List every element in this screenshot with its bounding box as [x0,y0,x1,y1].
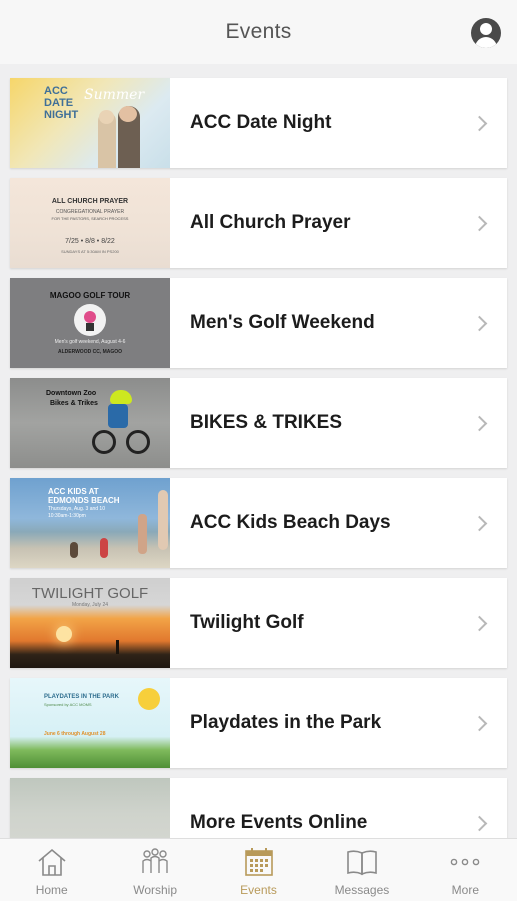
tab-more[interactable]: More [414,839,517,901]
event-title: All Church Prayer [190,212,351,233]
page-title: Events [225,20,292,43]
tab-bar: Home Worship Events Messages More [0,838,517,901]
thumb-text: Monday, July 24 [71,602,109,608]
tab-label: Events [240,883,277,897]
event-title: Playdates in the Park [190,712,382,733]
event-card-twilight-golf[interactable]: TWILIGHT GOLF Monday, July 24 Twilight G… [10,578,507,668]
thumb-text: Men's golf weekend, August 4-6 [54,339,126,345]
tab-events[interactable]: Events [207,839,310,901]
chevron-right-icon [471,715,488,731]
thumb-text: ALDERWOOD CC, MAGOO [57,349,123,355]
tab-worship[interactable]: Worship [103,839,206,901]
thumb-text: SUNDAYS AT 5:30AM IN PS200 [61,249,119,254]
tab-label: Home [35,883,68,897]
tab-messages[interactable]: Messages [310,839,413,901]
chevron-right-icon [471,315,488,331]
event-card-mens-golf[interactable]: MAGOO GOLF TOUR Men's golf weekend, Augu… [10,278,507,368]
event-title: Twilight Golf [190,612,304,633]
events-list: ACC DATE NIGHT Summer ACC Date Night ALL… [10,78,507,878]
event-thumbnail: ALL CHURCH PRAYER CONGREGATIONAL PRAYER … [10,178,170,268]
event-title: More Events Online [190,812,368,833]
tab-home[interactable]: Home [0,839,103,901]
chevron-right-icon [471,515,488,531]
event-title: ACC Kids Beach Days [190,512,391,533]
thumb-text: June 6 through August 28 [44,731,106,737]
sun [56,626,72,642]
thumb-text: Summer [84,87,145,103]
thumb-text: Thursdays, Aug. 3 and 10 [48,506,105,512]
logo-circle [74,304,106,336]
thumb-text: TWILIGHT GOLF [31,585,149,602]
tab-label: Messages [334,883,390,897]
bike-wheel [126,430,150,454]
tab-label: More [451,883,479,897]
event-thumbnail: ACC KIDS AT EDMONDS BEACH Thursdays, Aug… [10,478,170,568]
thumb-text: Downtown Zoo [46,390,97,397]
event-card-playdates[interactable]: PLAYDATES IN THE PARK Sponsored by ACC M… [10,678,507,768]
user-circle-icon[interactable] [471,18,501,48]
thumb-text: ACC [44,85,68,97]
event-title: Men's Golf Weekend [190,312,375,333]
helmet [110,390,132,404]
thumb-text: ALL CHURCH PRAYER [51,198,129,205]
home-icon [38,848,66,876]
calendar-icon [244,848,273,876]
event-card-bikes-trikes[interactable]: Downtown Zoo Bikes & Trikes BIKES & TRIK… [10,378,507,468]
thumb-text: 10:30am-1:30pm [48,513,86,519]
app-header: Events [0,0,517,64]
event-card-date-night[interactable]: ACC DATE NIGHT Summer ACC Date Night [10,78,507,168]
event-thumbnail: PLAYDATES IN THE PARK Sponsored by ACC M… [10,678,170,768]
bike-wheel [92,430,116,454]
thumb-text: Bikes & Trikes [50,400,98,407]
chevron-right-icon [471,815,488,831]
thumb-text: FOR THE PASTORS, SEARCH PROCESS [51,216,129,221]
thumb-text: NIGHT [44,109,79,121]
event-thumbnail: MAGOO GOLF TOUR Men's golf weekend, Augu… [10,278,170,368]
chevron-right-icon [471,415,488,431]
people-icon [142,848,168,873]
chevron-right-icon [471,615,488,631]
thumb-text: DATE [44,97,74,109]
thumb-text: 7/25 • 8/8 • 8/22 [65,238,115,245]
thumb-text: MAGOO GOLF TOUR [49,291,131,300]
event-thumbnail: ACC DATE NIGHT Summer [10,78,170,168]
chevron-right-icon [471,215,488,231]
event-card-kids-beach[interactable]: ACC KIDS AT EDMONDS BEACH Thursdays, Aug… [10,478,507,568]
event-card-all-church-prayer[interactable]: ALL CHURCH PRAYER CONGREGATIONAL PRAYER … [10,178,507,268]
event-thumbnail: Downtown Zoo Bikes & Trikes [10,378,170,468]
chevron-right-icon [471,115,488,131]
thumb-text: Sponsored by ACC MOMS [44,702,92,707]
event-title: BIKES & TRIKES [190,412,343,433]
more-icon [451,858,480,866]
thumb-text: EDMONDS BEACH [48,496,120,505]
tab-label: Worship [133,883,177,897]
event-thumbnail: TWILIGHT GOLF Monday, July 24 [10,578,170,668]
thumb-text: CONGREGATIONAL PRAYER [55,209,125,215]
sun-icon [138,688,160,710]
book-icon [347,850,377,876]
event-title: ACC Date Night [190,112,332,133]
thumb-text: PLAYDATES IN THE PARK [44,694,119,700]
